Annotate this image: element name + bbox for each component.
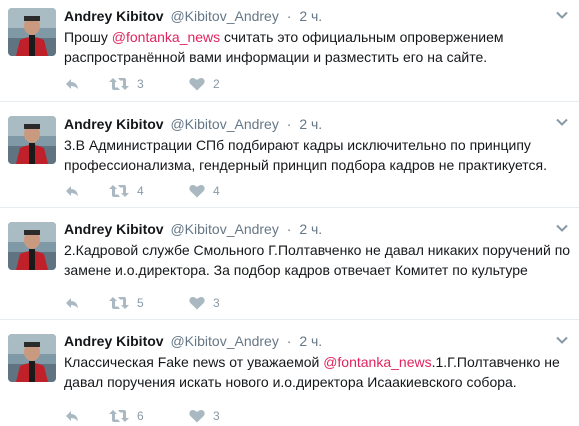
author-handle[interactable]: @Kibitov_Andrey <box>170 333 278 349</box>
heart-icon <box>189 296 205 310</box>
tweet-item[interactable]: Andrey Kibitov @Kibitov_Andrey · 2 ч. Кл… <box>0 320 579 423</box>
tweet-text-part: Классическая Fake news от уважаемой <box>64 354 324 370</box>
retweet-count: 3 <box>137 77 144 91</box>
tweet-text-part: 2.Кадровой службе Смольного Г.Полтавченк… <box>64 242 571 278</box>
reply-button[interactable] <box>64 406 109 426</box>
reply-icon <box>66 186 78 196</box>
like-count: 2 <box>213 77 220 91</box>
like-button[interactable]: 3 <box>189 406 269 426</box>
retweet-button[interactable]: 6 <box>109 406 189 426</box>
tweet-item[interactable]: Andrey Kibitov @Kibitov_Andrey · 2 ч. 2.… <box>0 208 579 320</box>
author-handle[interactable]: @Kibitov_Andrey <box>170 116 278 132</box>
avatar-photo-icon <box>8 8 56 56</box>
tweet-content: Andrey Kibitov @Kibitov_Andrey · 2 ч. 2.… <box>64 220 570 280</box>
reply-button[interactable] <box>64 293 109 313</box>
retweet-button[interactable]: 5 <box>109 293 189 313</box>
author-handle[interactable]: @Kibitov_Andrey <box>170 221 278 237</box>
reply-icon <box>66 411 78 421</box>
retweet-icon <box>109 78 129 90</box>
mention-link[interactable]: @fontanka_news <box>323 354 431 370</box>
retweet-count: 6 <box>137 409 144 423</box>
tweet-text: 2.Кадровой службе Смольного Г.Полтавченк… <box>64 240 574 280</box>
author-name[interactable]: Andrey Kibitov <box>64 8 164 24</box>
avatar-photo-icon <box>8 116 56 164</box>
tweet-text: 3.В Администрации СПб подбирают кадры ис… <box>64 135 574 175</box>
retweet-button[interactable]: 3 <box>109 74 189 94</box>
tweet-timestamp[interactable]: 2 ч. <box>299 221 322 237</box>
tweet-text-part: 3.В Администрации СПб подбирают кадры ис… <box>64 137 547 173</box>
tweet-timestamp[interactable]: 2 ч. <box>299 8 322 24</box>
separator-dot: · <box>286 333 292 349</box>
like-count: 3 <box>213 296 220 310</box>
author-handle[interactable]: @Kibitov_Andrey <box>170 8 278 24</box>
retweet-count: 5 <box>137 296 144 310</box>
reply-icon <box>66 298 78 308</box>
author-name[interactable]: Andrey Kibitov <box>64 221 164 237</box>
avatar-photo-icon <box>8 334 56 382</box>
tweet-actions: 3 2 <box>64 74 269 94</box>
avatar[interactable] <box>8 116 56 164</box>
tweet-header: Andrey Kibitov @Kibitov_Andrey · 2 ч. <box>64 332 567 350</box>
tweet-actions: 5 3 <box>64 293 269 313</box>
tweet-actions: 4 4 <box>64 181 269 201</box>
heart-icon <box>189 77 205 91</box>
author-name[interactable]: Andrey Kibitov <box>64 116 164 132</box>
tweet-timestamp[interactable]: 2 ч. <box>299 116 322 132</box>
tweet-text: Прошу @fontanka_news считать это официал… <box>64 27 574 67</box>
tweet-item[interactable]: Andrey Kibitov @Kibitov_Andrey · 2 ч. 3.… <box>0 102 579 208</box>
like-count: 4 <box>213 184 220 198</box>
avatar[interactable] <box>8 8 56 56</box>
chevron-down-icon[interactable] <box>555 221 569 235</box>
chevron-down-icon[interactable] <box>555 333 569 347</box>
tweet-feed: Andrey Kibitov @Kibitov_Andrey · 2 ч. Пр… <box>0 0 579 423</box>
chevron-down-icon[interactable] <box>555 8 569 22</box>
like-button[interactable]: 3 <box>189 293 269 313</box>
avatar[interactable] <box>8 222 56 270</box>
tweet-content: Andrey Kibitov @Kibitov_Andrey · 2 ч. 3.… <box>64 115 567 175</box>
reply-button[interactable] <box>64 74 109 94</box>
tweet-text: Классическая Fake news от уважаемой @fon… <box>64 352 574 392</box>
retweet-icon <box>109 185 129 197</box>
heart-icon <box>189 184 205 198</box>
tweet-text-part: Прошу <box>64 29 112 45</box>
tweet-content: Andrey Kibitov @Kibitov_Andrey · 2 ч. Пр… <box>64 7 567 67</box>
avatar[interactable] <box>8 334 56 382</box>
like-button[interactable]: 4 <box>189 181 269 201</box>
tweet-actions: 6 3 <box>64 406 269 426</box>
separator-dot: · <box>286 221 292 237</box>
avatar-photo-icon <box>8 222 56 270</box>
retweet-icon <box>109 410 129 422</box>
like-button[interactable]: 2 <box>189 74 269 94</box>
mention-link[interactable]: @fontanka_news <box>112 29 220 45</box>
retweet-button[interactable]: 4 <box>109 181 189 201</box>
heart-icon <box>189 409 205 423</box>
reply-icon <box>66 79 78 89</box>
tweet-header: Andrey Kibitov @Kibitov_Andrey · 2 ч. <box>64 220 567 238</box>
separator-dot: · <box>286 8 292 24</box>
retweet-count: 4 <box>137 184 144 198</box>
separator-dot: · <box>286 116 292 132</box>
author-name[interactable]: Andrey Kibitov <box>64 333 164 349</box>
tweet-header: Andrey Kibitov @Kibitov_Andrey · 2 ч. <box>64 115 567 133</box>
tweet-timestamp[interactable]: 2 ч. <box>299 333 322 349</box>
reply-button[interactable] <box>64 181 109 201</box>
retweet-icon <box>109 297 129 309</box>
chevron-down-icon[interactable] <box>555 115 569 129</box>
tweet-item[interactable]: Andrey Kibitov @Kibitov_Andrey · 2 ч. Пр… <box>0 0 579 102</box>
like-count: 3 <box>213 409 220 423</box>
tweet-header: Andrey Kibitov @Kibitov_Andrey · 2 ч. <box>64 7 567 25</box>
tweet-content: Andrey Kibitov @Kibitov_Andrey · 2 ч. Кл… <box>64 332 567 392</box>
